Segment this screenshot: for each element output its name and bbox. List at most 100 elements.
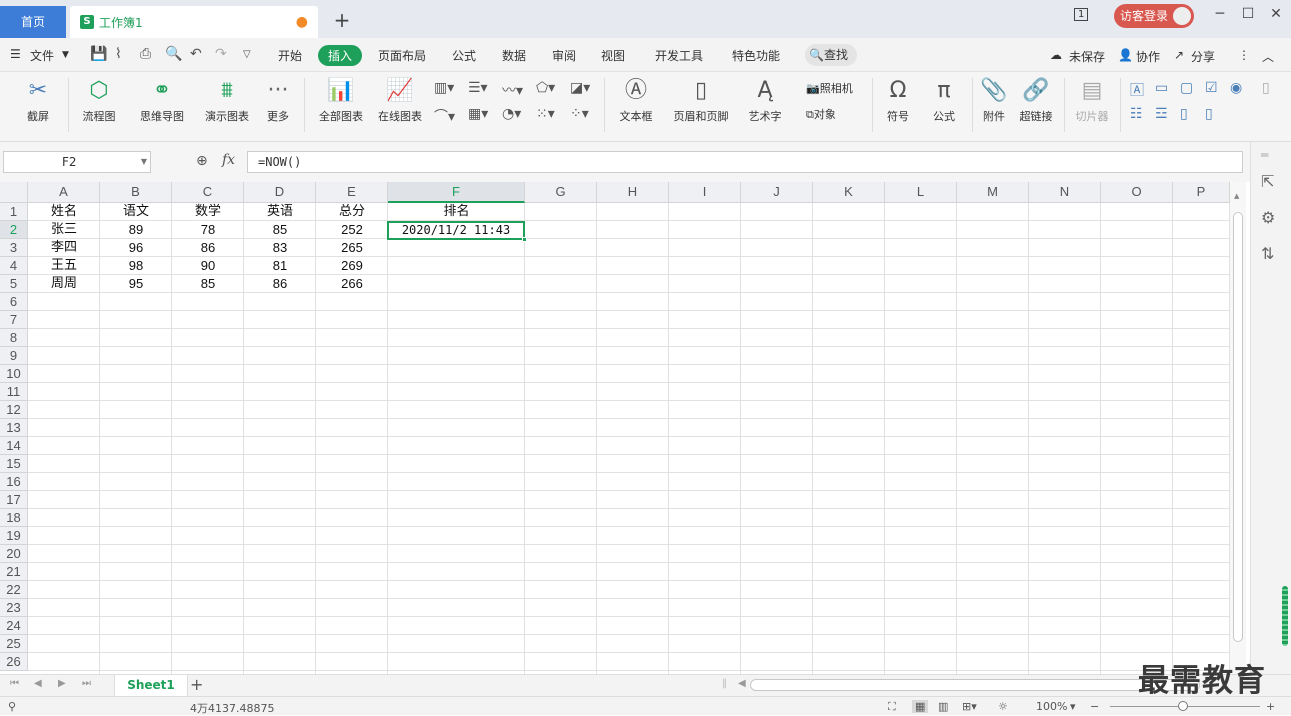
row-header-19[interactable]: 19 [0,527,28,545]
form-combo-icon[interactable]: ☲ [1155,106,1168,122]
column-header-h[interactable]: H [597,182,669,203]
cell[interactable]: 98 [100,257,172,275]
cell[interactable]: 81 [244,257,316,275]
redo-icon[interactable]: ↷ [215,46,227,62]
customize-chevron-icon[interactable]: ▽ [243,49,251,60]
row-header-1[interactable]: 1 [0,203,28,221]
flowchart-button[interactable]: ⬡ 流程图 [74,76,124,124]
cell[interactable]: 85 [172,275,244,293]
cell[interactable]: 张三 [28,221,100,239]
row-header-26[interactable]: 26 [0,653,28,671]
row-header-9[interactable]: 9 [0,347,28,365]
cell[interactable]: 269 [316,257,388,275]
select-all-corner[interactable] [0,182,28,203]
row-header-6[interactable]: 6 [0,293,28,311]
row-header-7[interactable]: 7 [0,311,28,329]
cell[interactable]: 89 [100,221,172,239]
scroll-left-icon[interactable]: ◀ [738,678,746,689]
more-button[interactable]: ··· 更多 [260,76,296,124]
column-header-k[interactable]: K [813,182,885,203]
cell[interactable]: 语文 [100,203,172,221]
form-radio-icon[interactable]: ◉ [1230,80,1242,96]
close-icon[interactable]: ✕ [1266,6,1286,22]
attachment-button[interactable]: 📎 附件 [978,76,1010,124]
row-header-4[interactable]: 4 [0,257,28,275]
maximize-icon[interactable]: ☐ [1238,6,1258,22]
transform-icon[interactable]: ⇅ [1261,244,1274,263]
column-header-d[interactable]: D [244,182,316,203]
row-header-20[interactable]: 20 [0,545,28,563]
row-header-23[interactable]: 23 [0,599,28,617]
vertical-scroll-thumb[interactable] [1233,212,1243,642]
menu-formulas[interactable]: 公式 [452,47,476,64]
file-menu[interactable]: 文件 [30,47,54,64]
side-collapse-icon[interactable]: ═ [1261,148,1268,162]
column-header-f[interactable]: F [388,182,525,203]
slicer-button[interactable]: ▤ 切片器 [1070,76,1114,124]
row-header-3[interactable]: 3 [0,239,28,257]
cell[interactable]: 英语 [244,203,316,221]
online-chart-button[interactable]: 📈 在线图表 [372,76,428,124]
first-sheet-icon[interactable]: ⏮ [10,678,19,689]
cell[interactable]: 总分 [316,203,388,221]
row-header-5[interactable]: 5 [0,275,28,293]
column-header-e[interactable]: E [316,182,388,203]
form-button-icon[interactable]: ▢ [1180,80,1193,96]
demo-chart-button[interactable]: ⩩ 演示图表 [200,76,254,124]
zoom-dropdown-icon[interactable]: ▾ [1070,700,1076,713]
cell[interactable]: 90 [172,257,244,275]
spreadsheet-grid[interactable]: ABCDEFGHIJKLMNOP 1 2 3 4 5 6 7 8 9 10 11 12 13 14 15 16… [0,182,1230,674]
prev-sheet-icon[interactable]: ◀ [34,678,42,689]
cell[interactable]: 83 [244,239,316,257]
form-groupbox-icon[interactable]: ▭ [1155,80,1168,96]
menu-page-layout[interactable]: 页面布局 [378,47,426,64]
mindmap-button[interactable]: ⚭ 思维导图 [132,76,192,124]
column-header-l[interactable]: L [885,182,957,203]
visitor-login-button[interactable]: 访客登录 [1114,4,1194,28]
cell[interactable]: 266 [316,275,388,293]
menu-data[interactable]: 数据 [502,47,526,64]
hamburger-icon[interactable]: ☰ [10,47,21,61]
menu-start[interactable]: 开始 [278,47,302,64]
sheet-tab-sheet1[interactable]: Sheet1 [114,675,188,696]
row-header-17[interactable]: 17 [0,491,28,509]
cell[interactable]: 排名 [388,203,525,221]
screenshot-button[interactable]: ✂ 截屏 [20,76,56,124]
column-header-n[interactable]: N [1029,182,1101,203]
form-label-icon[interactable]: 🄰 [1130,80,1144,100]
object-button[interactable]: ⧉对象 [806,106,836,122]
select-cursor-icon[interactable]: ⇱ [1261,172,1274,191]
name-box-chevron-icon[interactable]: ▼ [141,152,147,172]
camera-button[interactable]: 📷照相机 [806,80,853,96]
pie-chart-icon[interactable]: ◔▾ [502,106,521,122]
minimize-icon[interactable]: ─ [1210,6,1230,22]
column-chart-icon[interactable]: ▥▾ [434,80,454,96]
tab-workbook[interactable]: S 工作簿1 ● [70,6,318,38]
art-text-button[interactable]: Ą 艺术字 [740,76,790,124]
share-button[interactable]: 分享 [1191,48,1215,65]
cell[interactable]: 周周 [28,275,100,293]
page-break-view-icon[interactable]: ⊞▾ [962,700,977,713]
column-header-i[interactable]: I [669,182,741,203]
eye-protection-icon[interactable]: ☼ [998,700,1008,713]
column-header-j[interactable]: J [741,182,813,203]
name-box[interactable]: F2 ▼ [3,151,151,173]
row-header-24[interactable]: 24 [0,617,28,635]
format-painter-icon[interactable]: ⌇ [115,46,122,62]
line-chart-icon[interactable]: 〰▾ [502,80,523,100]
cell[interactable]: 78 [172,221,244,239]
split-handle-icon[interactable]: ‖ [722,678,727,689]
column-header-p[interactable]: P [1173,182,1230,203]
stock-chart-icon[interactable]: ▦▾ [468,106,488,122]
formula-input[interactable]: =NOW() [247,151,1243,173]
row-header-13[interactable]: 13 [0,419,28,437]
print-icon[interactable]: ⎙ [140,46,151,62]
settings-sliders-icon[interactable]: ⚙ [1261,208,1275,227]
fullscreen-icon[interactable]: ⛶ [888,700,896,714]
print-preview-icon[interactable]: 🔍 [165,46,182,62]
row-header-8[interactable]: 8 [0,329,28,347]
form-scrollbar-icon[interactable]: ▯ [1180,106,1188,122]
last-sheet-icon[interactable]: ⏭ [82,678,91,689]
macro-icon[interactable]: ⚲ [8,700,16,713]
cell[interactable]: 李四 [28,239,100,257]
